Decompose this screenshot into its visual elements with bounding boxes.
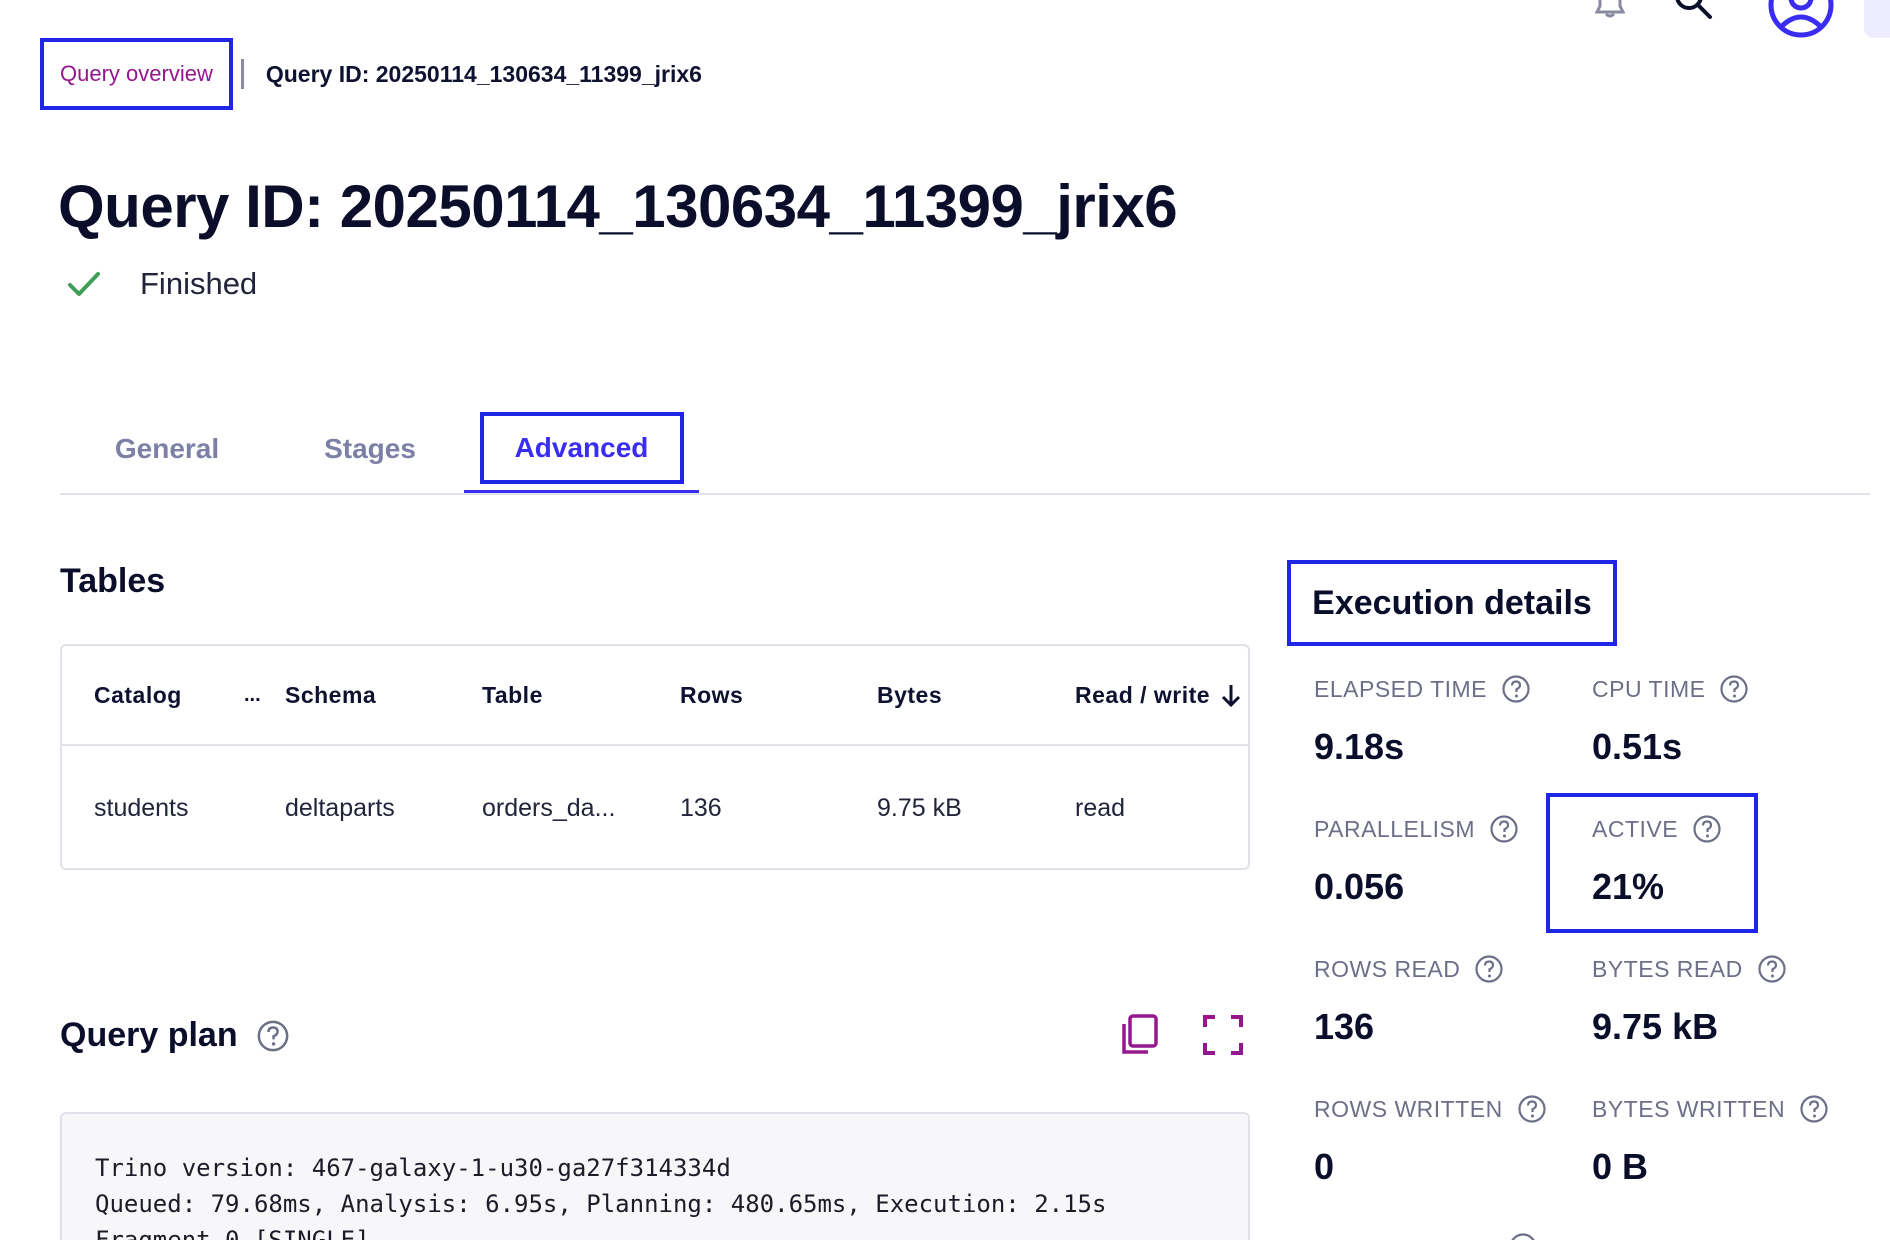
column-header-bytes[interactable]: Bytes (877, 646, 942, 744)
column-header-catalog[interactable]: Catalog (94, 646, 182, 744)
breadcrumb-current: Query ID: 20250114_130634_11399_jrix6 (265, 60, 702, 87)
plan-line: Fragment 0 [SINGLE] (95, 1226, 370, 1240)
column-header-schema[interactable]: Schema (285, 646, 376, 744)
top-bar-edge (1864, 0, 1890, 38)
cell-schema: deltaparts (285, 793, 395, 822)
check-icon (68, 272, 100, 296)
table-row[interactable]: students deltaparts orders_da... 136 9.7… (62, 746, 1248, 868)
metric-value: 9.18s (1314, 726, 1405, 767)
metric-parallelism: PARALLELISM 0.056 (1314, 814, 1519, 908)
metric-value: 9.75 kB (1592, 1006, 1719, 1047)
cell-rows: 136 (680, 793, 722, 822)
help-circle-icon[interactable] (1489, 814, 1519, 844)
tables-table: Catalog ... Schema Table Rows Bytes Read… (60, 644, 1250, 870)
execution-details-title: Execution details (1287, 560, 1617, 646)
tables-title: Tables (60, 562, 166, 600)
metric-elapsed-time: ELAPSED TIME 9.18s (1314, 674, 1531, 768)
metric-value: 0 B (1592, 1146, 1649, 1187)
column-header-rows[interactable]: Rows (680, 646, 743, 744)
query-plan-header: Query plan (60, 1016, 290, 1055)
query-status: Finished (64, 264, 257, 304)
plan-line: Trino version: 467-galaxy-1-u30-ga27f314… (95, 1154, 731, 1182)
help-circle-icon[interactable] (1799, 1094, 1829, 1124)
metric-rows-written: ROWS WRITTEN 0 (1314, 1094, 1547, 1188)
breadcrumb-query-overview-link[interactable]: Query overview (40, 38, 233, 110)
metric-value: 0.056 (1314, 866, 1405, 907)
cell-read-write: read (1075, 793, 1126, 822)
help-circle-icon[interactable] (1474, 954, 1504, 984)
metric-rows-read: ROWS READ 136 (1314, 954, 1504, 1048)
metric-label: ACTIVE (1592, 815, 1679, 842)
table-header: Catalog ... Schema Table Rows Bytes Read… (62, 646, 1248, 746)
tab-advanced-label: Advanced (479, 411, 684, 484)
query-plan-text[interactable]: Trino version: 467-galaxy-1-u30-ga27f314… (60, 1112, 1250, 1240)
metric-label: ELAPSED TIME (1314, 675, 1488, 702)
search-icon[interactable] (1673, 0, 1713, 22)
help-circle-icon[interactable] (1757, 954, 1787, 984)
metric-value: 0 (1314, 1146, 1335, 1187)
column-header-read-write-label: Read / write (1075, 681, 1211, 708)
fullscreen-icon[interactable] (1202, 1014, 1244, 1056)
metric-active: ACTIVE 21% (1592, 814, 1722, 908)
tab-advanced[interactable]: Advanced (464, 405, 699, 493)
metric-bytes-written: BYTES WRITTEN 0 B (1592, 1094, 1829, 1188)
tab-general[interactable]: General (102, 405, 232, 493)
column-menu-button[interactable]: ... (244, 646, 261, 744)
column-header-table[interactable]: Table (482, 646, 543, 744)
page-title: Query ID: 20250114_130634_11399_jrix6 (58, 173, 1178, 240)
metric-bytes-read: BYTES READ 9.75 kB (1592, 954, 1787, 1048)
cell-catalog: students (94, 793, 189, 822)
metric-label: PARALLELISM (1314, 815, 1476, 842)
help-circle-icon[interactable] (1501, 674, 1531, 704)
copy-icon[interactable] (1118, 1012, 1162, 1056)
cell-table: orders_da... (482, 793, 616, 822)
user-avatar-icon[interactable] (1768, 0, 1834, 38)
column-header-read-write[interactable]: Read / write (1075, 646, 1242, 744)
arrow-down-icon[interactable] (1220, 682, 1242, 708)
help-circle-icon[interactable] (1719, 674, 1749, 704)
metric-value: 21% (1592, 866, 1665, 907)
tab-stages[interactable]: Stages (310, 405, 430, 493)
breadcrumb-separator (240, 59, 244, 89)
help-circle-icon[interactable] (1508, 1232, 1538, 1240)
help-circle-icon[interactable] (1692, 814, 1722, 844)
top-bar-actions (1490, 0, 1890, 40)
metric-label: CPU TIME (1592, 675, 1706, 702)
metric-label: BYTES WRITTEN (1592, 1095, 1786, 1122)
help-circle-icon[interactable] (256, 1019, 290, 1053)
bell-icon[interactable] (1595, 0, 1625, 18)
metric-label: BYTES READ (1592, 955, 1743, 982)
metric-cpu-time: CPU TIME 0.51s (1592, 674, 1749, 768)
metric-value: 136 (1314, 1006, 1375, 1047)
plan-line: Queued: 79.68ms, Analysis: 6.95s, Planni… (95, 1190, 1107, 1218)
help-circle-icon[interactable] (1517, 1094, 1547, 1124)
metric-label: ROWS READ (1314, 955, 1461, 982)
cell-bytes: 9.75 kB (877, 793, 962, 822)
tab-bar: General Stages Advanced (60, 405, 1870, 495)
metric-label: ROWS WRITTEN (1314, 1095, 1503, 1122)
query-plan-title: Query plan (60, 1016, 238, 1054)
breadcrumb: Query overview Query ID: 20250114_130634… (40, 38, 702, 110)
status-text: Finished (140, 266, 258, 301)
metric-value: 0.51s (1592, 726, 1683, 767)
